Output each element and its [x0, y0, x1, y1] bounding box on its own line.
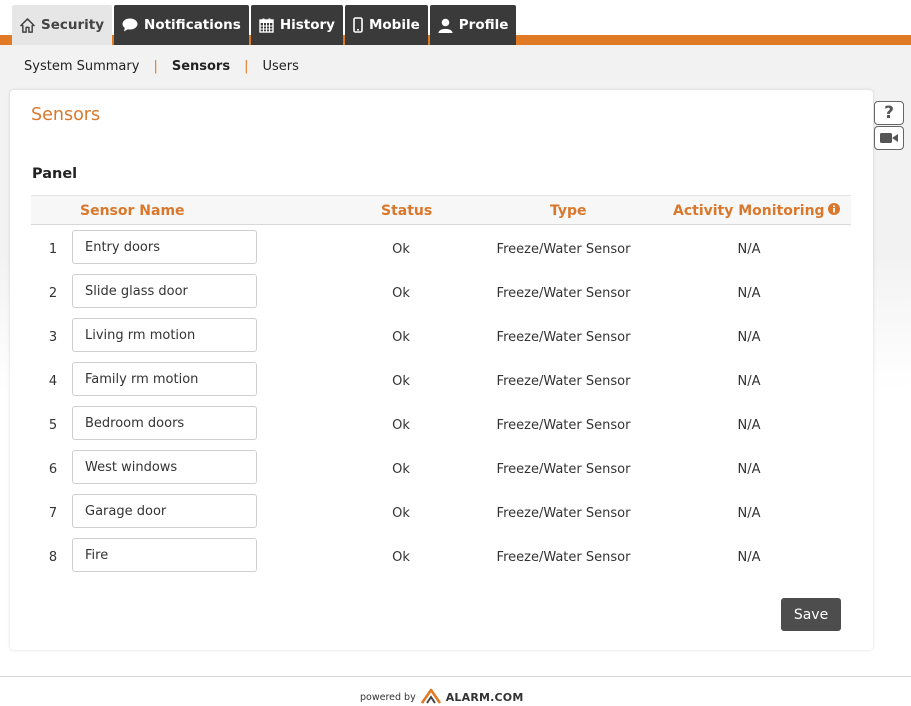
sensor-name-input[interactable]	[72, 406, 257, 440]
table-row: 2 Ok Freeze/Water Sensor N/A	[31, 271, 851, 315]
phone-icon	[353, 17, 363, 33]
header-sensor-name: Sensor Name	[80, 203, 185, 219]
top-navigation: Security Notifications History Mobile Pr…	[0, 0, 911, 45]
table-row: 6 Ok Freeze/Water Sensor N/A	[31, 447, 851, 491]
user-icon	[438, 18, 453, 33]
tab-notifications[interactable]: Notifications	[114, 5, 249, 45]
sensor-type: Freeze/Water Sensor	[496, 418, 631, 433]
sensor-activity: N/A	[737, 242, 761, 257]
row-number: 2	[48, 286, 58, 301]
sensor-activity: N/A	[737, 374, 761, 389]
sensor-type: Freeze/Water Sensor	[496, 506, 631, 521]
row-number: 4	[48, 374, 58, 389]
sensor-type: Freeze/Water Sensor	[496, 550, 631, 565]
sensor-type: Freeze/Water Sensor	[496, 462, 631, 477]
table-row: 1 Ok Freeze/Water Sensor N/A	[31, 227, 851, 271]
sensor-name-input[interactable]	[72, 538, 257, 572]
row-number: 6	[48, 462, 58, 477]
speech-bubble-icon	[122, 18, 138, 32]
sensor-type: Freeze/Water Sensor	[496, 242, 631, 257]
home-icon	[20, 17, 35, 33]
row-number: 5	[48, 418, 58, 433]
page-title: Sensors	[31, 105, 101, 125]
sensor-status: Ok	[392, 506, 410, 521]
sensor-name-input[interactable]	[72, 230, 257, 264]
subnav-users[interactable]: Users	[262, 59, 298, 74]
sensor-type: Freeze/Water Sensor	[496, 330, 631, 345]
tab-label: Notifications	[144, 17, 241, 33]
sensor-status: Ok	[392, 330, 410, 345]
tab-label: Profile	[458, 17, 509, 33]
header-status: Status	[381, 203, 433, 219]
info-icon[interactable]	[827, 203, 840, 219]
video-button[interactable]	[874, 126, 904, 150]
sensor-name-input[interactable]	[72, 450, 257, 484]
row-number: 8	[48, 550, 58, 565]
footer-divider	[0, 676, 911, 677]
table-header: Sensor Name Status Type Activity Monitor…	[31, 195, 851, 225]
sensor-activity: N/A	[737, 462, 761, 477]
sensor-status: Ok	[392, 374, 410, 389]
calendar-icon	[259, 18, 274, 33]
sensor-activity: N/A	[737, 330, 761, 345]
subnav-system-summary[interactable]: System Summary	[24, 59, 139, 74]
sensor-status: Ok	[392, 462, 410, 477]
main-tabs: Security Notifications History Mobile Pr…	[12, 5, 518, 45]
panel-heading: Panel	[32, 166, 78, 182]
alarm-logo-icon	[420, 688, 442, 706]
save-button[interactable]: Save	[781, 598, 841, 631]
subnav-separator: |	[244, 58, 249, 74]
tab-profile[interactable]: Profile	[429, 5, 517, 45]
tab-label: History	[279, 17, 335, 33]
header-activity-label: Activity Monitoring	[673, 203, 825, 219]
table-row: 3 Ok Freeze/Water Sensor N/A	[31, 315, 851, 359]
powered-by-text: powered by	[360, 691, 416, 703]
row-number: 3	[48, 330, 58, 345]
header-activity-monitoring: Activity Monitoring	[673, 203, 840, 219]
table-row: 8 Ok Freeze/Water Sensor N/A	[31, 535, 851, 579]
subnav-separator: |	[153, 58, 158, 74]
sensor-name-input[interactable]	[72, 274, 257, 308]
tab-mobile[interactable]: Mobile	[344, 5, 428, 45]
sensor-activity: N/A	[737, 286, 761, 301]
help-button[interactable]: ?	[874, 101, 904, 125]
table-row: 4 Ok Freeze/Water Sensor N/A	[31, 359, 851, 403]
sensor-activity: N/A	[737, 418, 761, 433]
sensor-type: Freeze/Water Sensor	[496, 286, 631, 301]
sub-navigation: System Summary | Sensors | Users	[24, 57, 299, 75]
sensor-activity: N/A	[737, 550, 761, 565]
tab-label: Security	[41, 17, 105, 33]
help-icon: ?	[884, 103, 894, 123]
brand-name[interactable]: ALARM.COM	[446, 691, 524, 704]
video-camera-icon	[879, 129, 899, 148]
footer: powered by ALARM.COM	[360, 687, 524, 706]
sensor-status: Ok	[392, 418, 410, 433]
table-row: 7 Ok Freeze/Water Sensor N/A	[31, 491, 851, 535]
tab-label: Mobile	[368, 17, 420, 33]
tab-history[interactable]: History	[250, 5, 343, 45]
subnav-sensors[interactable]: Sensors	[172, 59, 230, 74]
sensor-name-input[interactable]	[72, 318, 257, 352]
sensor-name-input[interactable]	[72, 362, 257, 396]
sensor-name-input[interactable]	[72, 494, 257, 528]
sensor-activity: N/A	[737, 506, 761, 521]
sensor-status: Ok	[392, 286, 410, 301]
row-number: 1	[48, 242, 58, 257]
header-type: Type	[550, 203, 587, 219]
sensor-status: Ok	[392, 550, 410, 565]
row-number: 7	[48, 506, 58, 521]
sensor-type: Freeze/Water Sensor	[496, 374, 631, 389]
table-row: 5 Ok Freeze/Water Sensor N/A	[31, 403, 851, 447]
tab-security[interactable]: Security	[12, 5, 113, 45]
sensor-status: Ok	[392, 242, 410, 257]
